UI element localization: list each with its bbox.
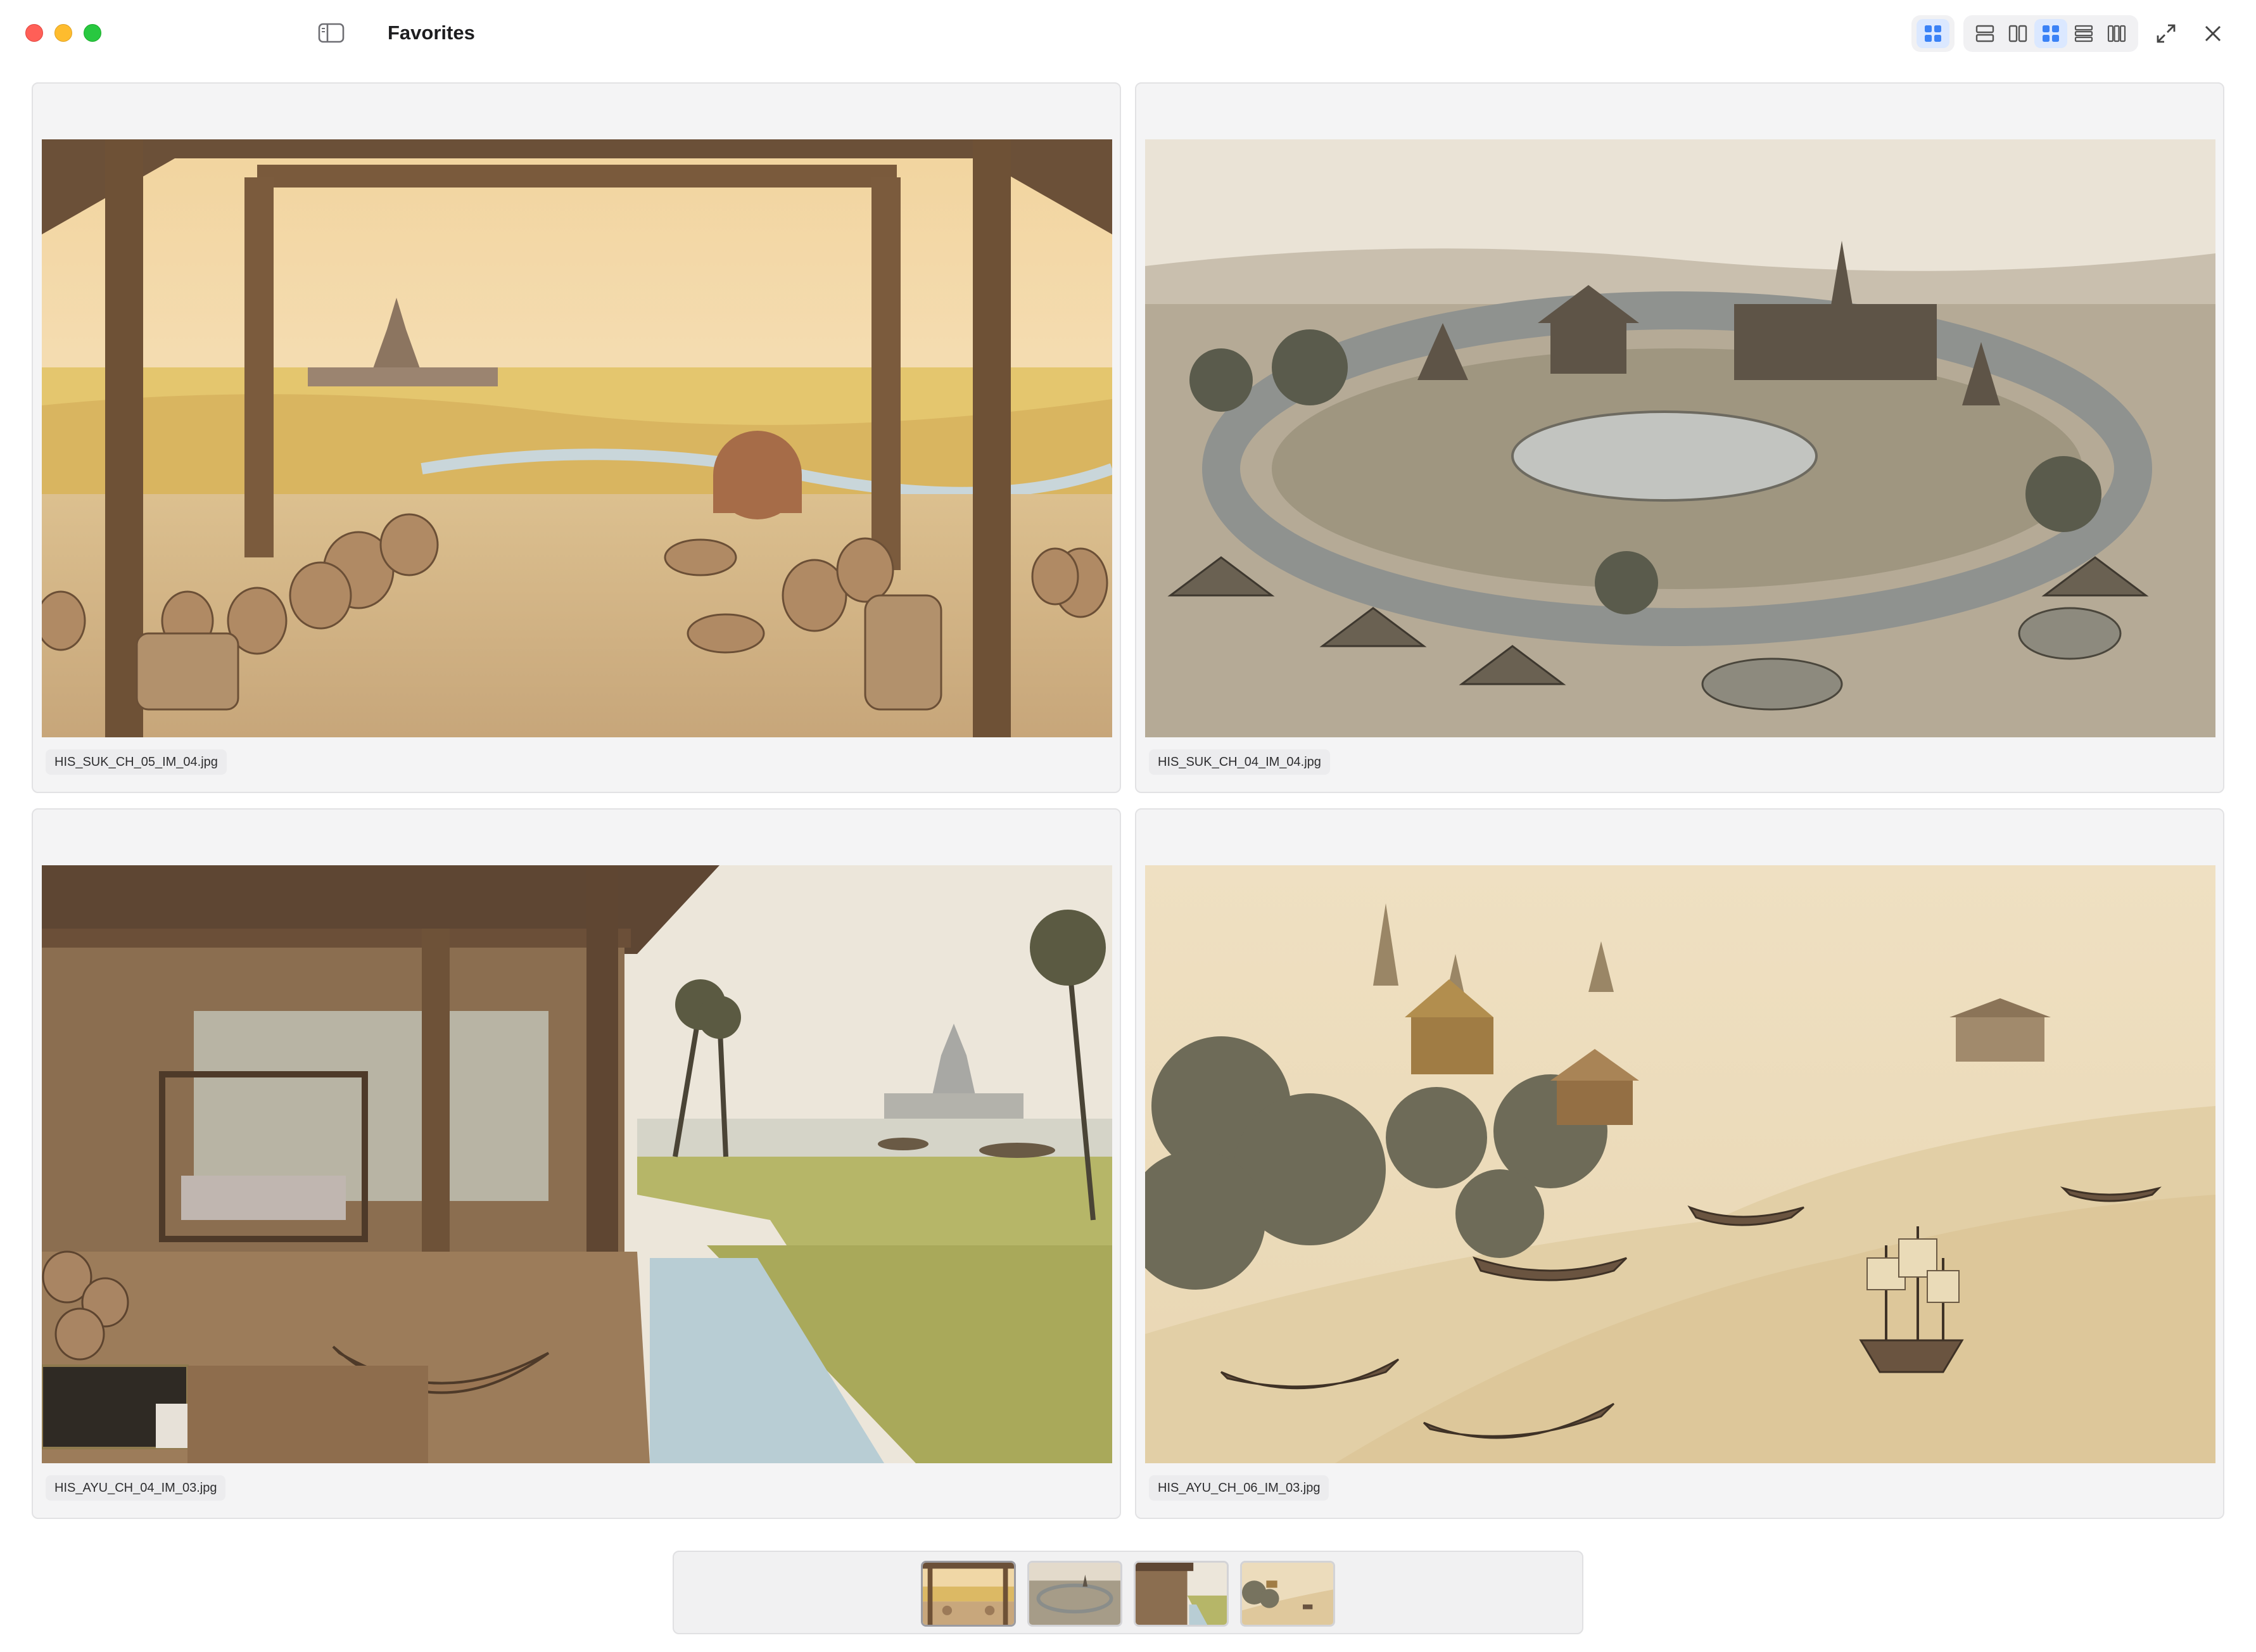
gallery-card[interactable]: HIS_AYU_CH_06_IM_03.jpg — [1135, 808, 2224, 1519]
zoom-window-button[interactable] — [84, 24, 101, 42]
photo-weaving-workshop[interactable] — [42, 865, 1112, 1463]
gallery-card[interactable]: HIS_SUK_CH_04_IM_04.jpg — [1135, 82, 2224, 793]
view-mode-segment — [1911, 15, 1955, 52]
fullscreen-button[interactable] — [2147, 15, 2185, 52]
close-viewer-button[interactable] — [2194, 15, 2232, 52]
file-name-label: HIS_SUK_CH_05_IM_04.jpg — [46, 749, 227, 775]
gallery-card[interactable]: HIS_SUK_CH_05_IM_04.jpg — [32, 82, 1121, 793]
layout-three-columns-button[interactable] — [2100, 19, 2133, 48]
photo-river-trade-port[interactable] — [1145, 865, 2215, 1463]
columns-icon — [2008, 25, 2027, 42]
close-window-button[interactable] — [25, 24, 43, 42]
thumbnail[interactable] — [1134, 1561, 1229, 1627]
layout-grid-button[interactable] — [2034, 19, 2067, 48]
rows-icon — [1975, 25, 1994, 42]
grid-2x2-icon — [2043, 25, 2059, 42]
thumbnail[interactable] — [921, 1561, 1016, 1627]
expand-arrows-icon — [2157, 24, 2176, 43]
filmstrip — [673, 1551, 1583, 1634]
window-title: Favorites — [388, 22, 475, 44]
gallery-card[interactable]: HIS_AYU_CH_04_IM_03.jpg — [32, 808, 1121, 1519]
layout-segment — [1963, 15, 2138, 52]
layout-list-button[interactable] — [2067, 19, 2100, 48]
file-name-label: HIS_AYU_CH_04_IM_03.jpg — [46, 1475, 226, 1501]
titlebar: Favorites — [0, 0, 2256, 70]
sidebar-toggle-icon[interactable] — [318, 23, 345, 43]
file-name-label: HIS_SUK_CH_04_IM_04.jpg — [1149, 749, 1330, 775]
thumbnail[interactable] — [1240, 1561, 1335, 1627]
photo-ancient-city-aerial[interactable] — [1145, 139, 2215, 737]
minimize-window-button[interactable] — [54, 24, 72, 42]
toolbar — [1911, 15, 2232, 52]
close-icon — [2205, 25, 2221, 42]
grid-2x2-icon — [1925, 25, 1941, 42]
file-name-label: HIS_AYU_CH_06_IM_03.jpg — [1149, 1475, 1329, 1501]
photo-pottery-workshop[interactable] — [42, 139, 1112, 737]
grid-view-button[interactable] — [1917, 19, 1949, 48]
thumbnail[interactable] — [1027, 1561, 1122, 1627]
three-columns-icon — [2107, 25, 2126, 42]
app-window: Favorites HIS_SUK_CH_05_IM_04.jpg HIS_SU… — [0, 0, 2256, 1652]
layout-columns-button[interactable] — [2001, 19, 2034, 48]
layout-rows-button[interactable] — [1968, 19, 2001, 48]
list-icon — [2074, 25, 2093, 42]
